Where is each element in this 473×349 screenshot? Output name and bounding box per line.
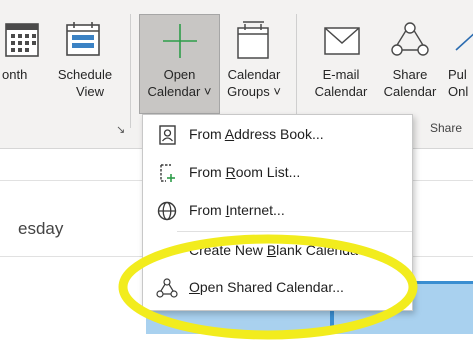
open-calendar-label-2: Calendar ˅	[147, 84, 212, 99]
publish-online-label-2: Onl	[448, 84, 469, 99]
open-calendar-menu: From Address Book... From Room List... F…	[142, 114, 413, 311]
email-calendar-label-1: E-mail	[322, 67, 360, 82]
email-calendar-label-2: Calendar	[314, 84, 368, 99]
month-view-icon	[5, 23, 39, 57]
dialog-launcher-icon[interactable]: ↘	[116, 123, 125, 136]
room-list-icon	[160, 164, 175, 182]
share-people-icon	[391, 22, 429, 56]
calendar-groups-label-1: Calendar	[227, 67, 281, 82]
share-calendar-label-1: Share	[392, 67, 428, 82]
envelope-icon	[324, 27, 360, 55]
email-calendar-button[interactable]: E-mail Calendar	[306, 0, 376, 114]
calendar-groups-label-2: Groups ˅	[227, 84, 281, 99]
publish-online-label-1: Pul	[448, 67, 467, 82]
menu-item-create-new-blank-calendar[interactable]: Create New Blank Calenda	[143, 231, 412, 271]
menu-item-label: From Address Book...	[189, 126, 324, 142]
publish-online-button[interactable]: Pul Onl	[444, 0, 473, 114]
ribbon-separator	[296, 14, 297, 128]
open-calendar-label-1: Open	[163, 67, 196, 82]
menu-item-label: From Internet...	[189, 202, 285, 218]
menu-item-from-address-book[interactable]: From Address Book...	[143, 115, 412, 155]
calendar-groups-icon	[237, 21, 269, 59]
schedule-view-label-2: View	[76, 84, 104, 99]
menu-item-from-internet[interactable]: From Internet...	[143, 191, 412, 231]
day-header: esday	[18, 219, 64, 238]
menu-item-label: From Room List...	[189, 164, 301, 180]
share-calendar-label-2: Calendar	[383, 84, 437, 99]
ribbon-separator	[130, 14, 131, 128]
shared-people-icon	[156, 278, 178, 298]
month-view-button[interactable]: onth	[0, 0, 52, 120]
open-calendar-button[interactable]: Open Calendar ˅	[139, 0, 220, 114]
menu-item-open-shared-calendar[interactable]: Open Shared Calendar...	[143, 268, 412, 308]
schedule-view-button[interactable]: Schedule View	[52, 0, 118, 120]
schedule-view-icon	[66, 22, 100, 56]
share-group-label: Share	[430, 121, 463, 135]
calendar-groups-button[interactable]: Calendar Groups ˅	[220, 0, 288, 114]
publish-icon	[455, 33, 473, 51]
menu-item-from-room-list[interactable]: From Room List...	[143, 153, 412, 193]
menu-item-label: Create New Blank Calenda	[189, 242, 358, 258]
schedule-view-label-1: Schedule	[57, 67, 113, 82]
menu-item-label: Open Shared Calendar...	[189, 279, 344, 295]
plus-icon	[163, 24, 197, 58]
address-book-icon	[159, 125, 176, 145]
month-view-label: onth	[2, 67, 28, 82]
globe-icon	[157, 201, 177, 221]
share-calendar-button[interactable]: Share Calendar	[376, 0, 444, 114]
